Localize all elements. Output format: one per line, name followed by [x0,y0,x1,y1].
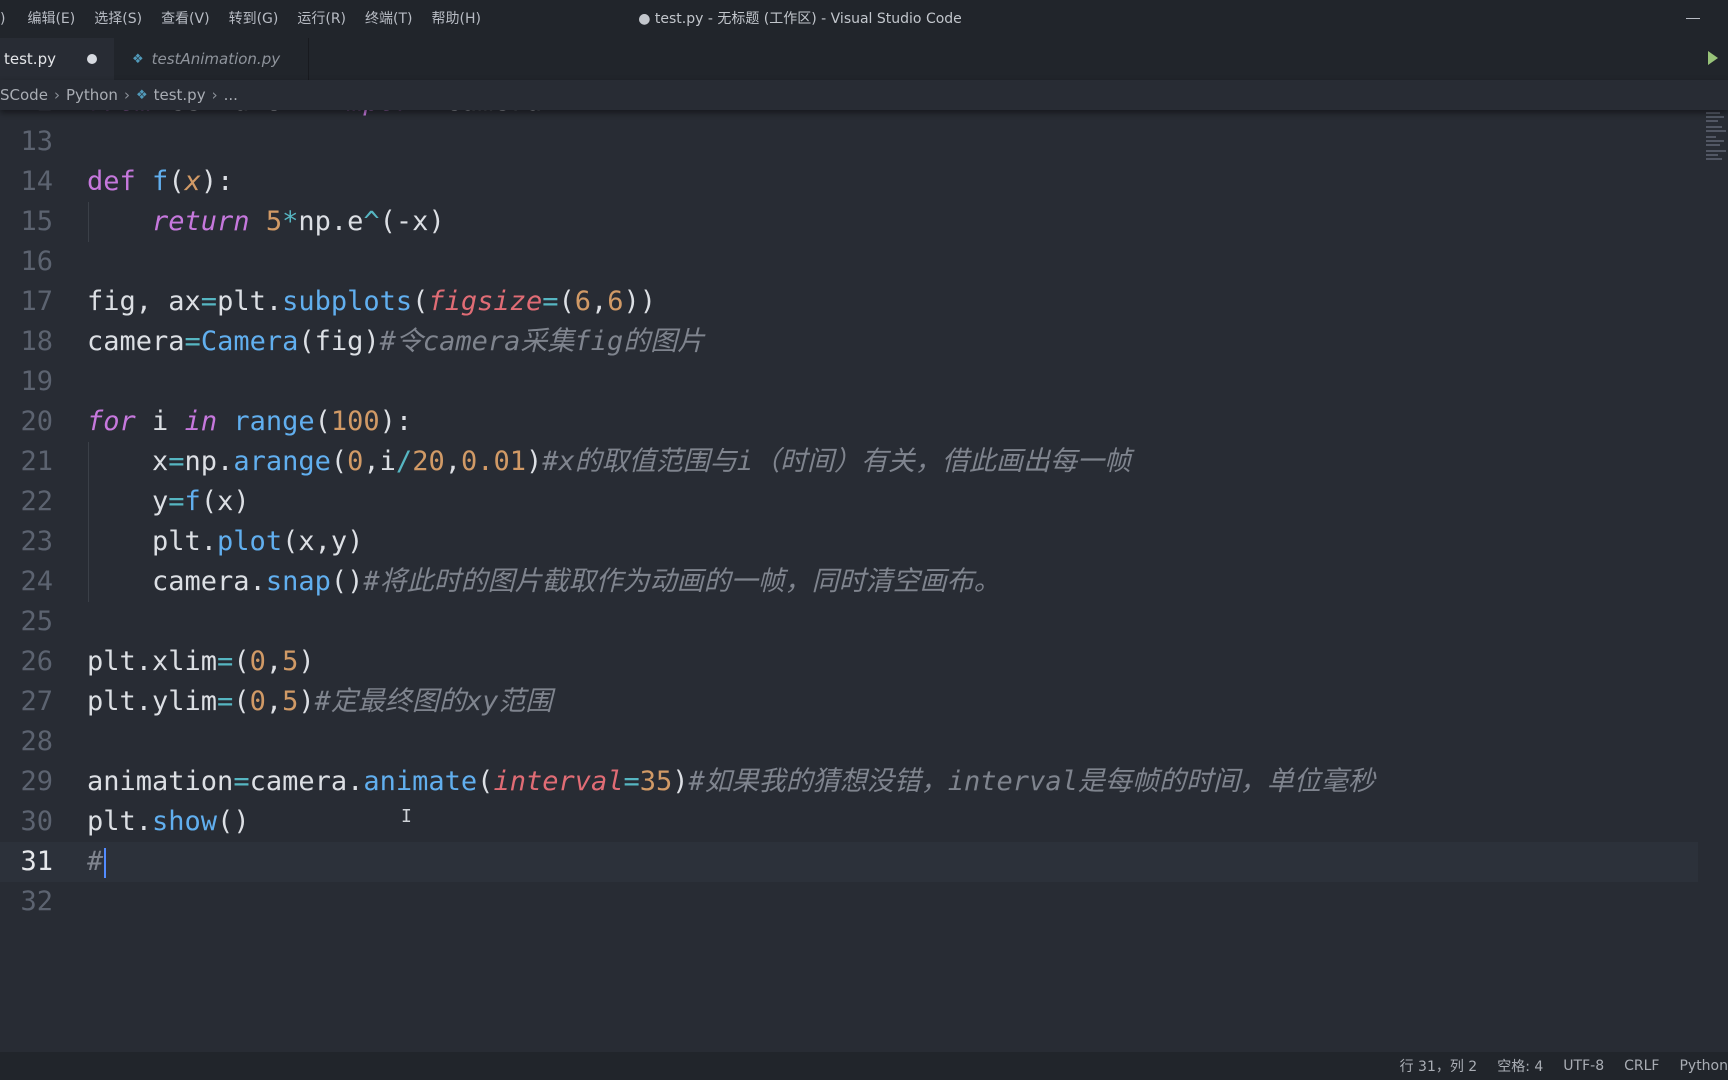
code-line[interactable]: 32 [0,882,1698,922]
tab-bar: test.py ❖ testAnimation.py [0,38,1728,80]
menu-file[interactable]: ) [0,0,17,38]
minimap[interactable] [1702,110,1728,170]
chevron-right-icon: › [211,86,218,104]
text-cursor-icon: I [401,806,412,827]
line-number: 23 [20,526,53,557]
menu-edit[interactable]: 编辑(E) [17,0,84,38]
line-number: 25 [20,606,53,637]
code-text: y=f(x) [87,486,250,517]
breadcrumb-item[interactable]: test.py [154,86,206,104]
window-title: ● test.py - 无标题 (工作区) - Visual Studio Co… [638,11,962,27]
title-bar: ) 编辑(E) 选择(S) 查看(V) 转到(G) 运行(R) 终端(T) 帮助… [0,0,1728,38]
encoding[interactable]: UTF-8 [1563,1058,1604,1074]
text-caret [104,847,107,878]
menu-selection[interactable]: 选择(S) [84,0,151,38]
line-number: 21 [20,446,53,477]
line-number: 13 [20,126,53,157]
language-mode[interactable]: Python [1679,1058,1728,1074]
python-file-icon: ❖ [135,87,148,103]
line-number: 27 [20,686,53,717]
line-number: 16 [20,246,53,277]
code-line[interactable]: 26 plt.xlim=(0,5) [0,642,1698,682]
code-line[interactable]: 19 [0,362,1698,402]
run-icon[interactable] [1708,51,1718,65]
code-text: for i in range(100): [87,406,413,437]
line-number: 18 [20,326,53,357]
menu-run[interactable]: 运行(R) [287,0,355,38]
code-line[interactable]: 24 camera.snap()#将此时的图片截取作为动画的一帧，同时清空画布。 [0,562,1698,602]
code-text: # [87,842,107,882]
code-text: def f(x): [87,166,234,197]
code-line[interactable]: 29 animation=camera.animate(interval=35)#… [0,762,1698,802]
indentation[interactable]: 空格: 4 [1497,1056,1543,1076]
code-line[interactable]: 30 plt.show() [0,802,1698,842]
code-line[interactable]: 23 plt.plot(x,y) [0,522,1698,562]
code-line[interactable]: 28 [0,722,1698,762]
breadcrumb-item[interactable]: ... [224,86,238,104]
line-number: 22 [20,486,53,517]
line-number: 19 [20,366,53,397]
code-line[interactable]: 21 x=np.arange(0,i/20,0.01)#x的取值范围与i（时间）… [0,442,1698,482]
code-text: animation=camera.animate(interval=35)#如果… [87,766,1375,797]
line-number: 30 [20,806,53,837]
breadcrumb-item[interactable]: Python [66,86,118,104]
line-number: 20 [20,406,53,437]
code-text: camera=Camera(fig)#令camera采集fig的图片 [87,326,705,357]
code-line[interactable]: 22 y=f(x) [0,482,1698,522]
line-number: 17 [20,286,53,317]
unsaved-dot-icon[interactable] [87,54,97,64]
code-line[interactable]: 14 def f(x): [0,162,1698,202]
status-bar: 行 31，列 2 空格: 4 UTF-8 CRLF Python [0,1052,1728,1080]
python-file-icon: ❖ [132,51,144,67]
code-text: camera.snap()#将此时的图片截取作为动画的一帧，同时清空画布。 [87,566,1001,597]
chevron-right-icon: › [123,86,130,104]
code-line[interactable]: 25 [0,602,1698,642]
tab-test-py[interactable]: test.py [0,38,114,80]
line-number: 32 [20,886,53,917]
code-text: return 5*np.e^(-x) [152,206,445,237]
tab-label: test.py [4,50,56,68]
line-number: 14 [20,166,53,197]
code-text: fig, ax=plt.subplots(figsize=(6,6)) [87,286,657,317]
tab-testanimation-py[interactable]: ❖ testAnimation.py [114,38,309,80]
code-line[interactable]: 16 [0,242,1698,282]
chevron-right-icon: › [53,86,60,104]
code-line[interactable]: 27 plt.ylim=(0,5)#定最终图的xy范围 [0,682,1698,722]
menu-view[interactable]: 查看(V) [151,0,219,38]
code-text: plt.xlim=(0,5) [87,646,315,677]
code-line[interactable]: 15 return 5*np.e^(-x) [0,202,1698,242]
status-right: 行 31，列 2 空格: 4 UTF-8 CRLF Python [1400,1052,1728,1080]
code-text: plt.show() [87,806,250,837]
current-code-line[interactable]: 31 # [0,842,1698,882]
code-text: from celluloid import Camera [87,110,542,122]
code-line[interactable]: 17 fig, ax=plt.subplots(figsize=(6,6)) [0,282,1698,322]
line-number: 24 [20,566,53,597]
line-number: 29 [20,766,53,797]
menu-bar: ) 编辑(E) 选择(S) 查看(V) 转到(G) 运行(R) 终端(T) 帮助… [0,0,490,38]
line-number: 28 [20,726,53,757]
code-line[interactable]: 20 for i in range(100): [0,402,1698,442]
breadcrumb: SCode › Python › ❖ test.py › ... [0,80,1728,110]
code-editor[interactable]: 12 from celluloid import Camera 13 14 def f(… [0,110,1728,1052]
line-number: 26 [20,646,53,677]
cursor-position[interactable]: 行 31，列 2 [1400,1056,1478,1076]
code-lines: 12 from celluloid import Camera 13 14 def f(… [0,110,1698,922]
line-number: 31 [20,846,53,877]
menu-help[interactable]: 帮助(H) [422,0,490,38]
tab-label: testAnimation.py [151,50,281,68]
minimize-icon[interactable] [1686,18,1700,19]
menu-terminal[interactable]: 终端(T) [355,0,421,38]
code-line[interactable]: 12 from celluloid import Camera [0,110,1698,122]
code-text: plt.ylim=(0,5)#定最终图的xy范围 [87,686,553,717]
breadcrumb-item[interactable]: SCode [0,86,48,104]
line-number: 15 [20,206,53,237]
code-line[interactable]: 13 [0,122,1698,162]
end-of-line[interactable]: CRLF [1624,1058,1659,1074]
menu-go[interactable]: 转到(G) [219,0,288,38]
code-line[interactable]: 18 camera=Camera(fig)#令camera采集fig的图片 [0,322,1698,362]
code-text: x=np.arange(0,i/20,0.01)#x的取值范围与i（时间）有关，… [87,446,1132,477]
line-number: 12 [0,110,53,122]
code-text: plt.plot(x,y) [87,526,364,557]
